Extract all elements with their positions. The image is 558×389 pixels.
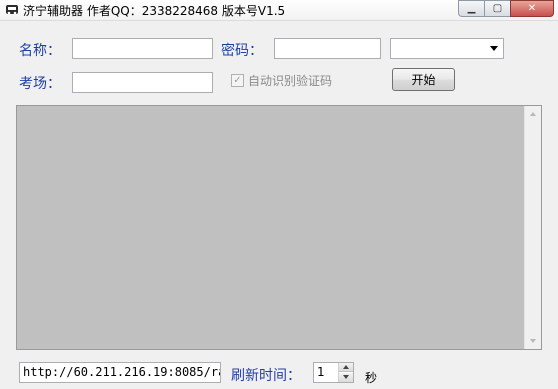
log-area[interactable]	[16, 105, 542, 350]
auto-captcha-option[interactable]: ✓ 自动识别验证码	[231, 72, 332, 89]
maximize-button[interactable]: ▢	[484, 0, 510, 17]
close-button[interactable]: ✕	[510, 0, 554, 17]
close-icon: ✕	[527, 3, 537, 14]
exam-label: 考场：	[19, 76, 61, 92]
name-label: 名称：	[19, 43, 61, 59]
scroll-down-icon[interactable]	[530, 339, 536, 343]
password-input[interactable]	[274, 38, 381, 59]
chevron-down-icon	[490, 46, 498, 51]
start-button[interactable]: 开始	[392, 68, 455, 91]
title-bar[interactable]: 济宁辅助器 作者QQ：2338228468 版本号V1.5 ▁ ▢ ✕	[0, 0, 558, 21]
name-input[interactable]	[72, 38, 213, 59]
refresh-time-stepper[interactable]: 1	[313, 362, 354, 383]
log-scrollbar[interactable]	[524, 106, 541, 349]
auto-captcha-label: 自动识别验证码	[248, 74, 333, 88]
dropdown-value	[391, 39, 486, 58]
window-title: 济宁辅助器 作者QQ：2338228468 版本号V1.5	[23, 4, 286, 18]
refresh-time-label: 刷新时间：	[231, 368, 301, 384]
seconds-unit-label: 秒	[365, 371, 378, 385]
app-icon	[6, 5, 18, 15]
auto-captcha-checkbox[interactable]: ✓	[231, 74, 244, 87]
exam-input[interactable]	[72, 72, 213, 93]
start-button-label: 开始	[411, 73, 436, 87]
scroll-up-icon[interactable]	[530, 112, 536, 116]
minimize-icon: ▁	[467, 3, 476, 14]
stepper-down-icon[interactable]	[339, 373, 353, 382]
checkmark-icon: ✓	[233, 75, 242, 86]
server-dropdown[interactable]	[390, 38, 504, 59]
url-input[interactable]: http://60.211.216.19:8085/ras/	[19, 362, 221, 383]
refresh-time-value[interactable]: 1	[317, 365, 325, 379]
stepper-up-icon[interactable]	[339, 363, 353, 372]
password-label: 密码：	[221, 43, 263, 59]
stepper-buttons	[338, 363, 353, 382]
minimize-button[interactable]: ▁	[458, 0, 484, 17]
maximize-icon: ▢	[492, 3, 503, 14]
window-controls: ▁ ▢ ✕	[458, 0, 554, 18]
